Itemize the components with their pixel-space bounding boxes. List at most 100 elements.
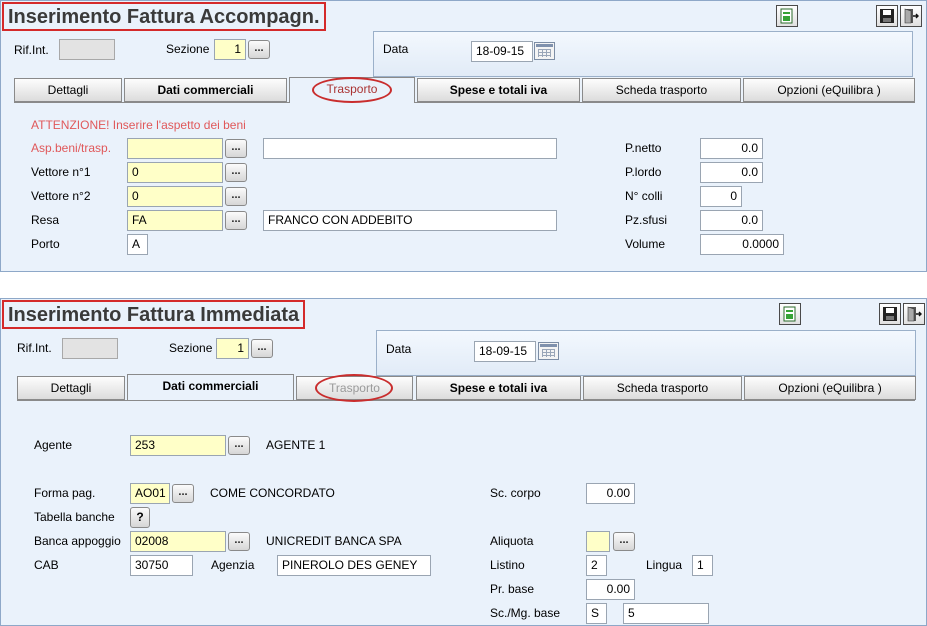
- resa-field[interactable]: FA: [127, 210, 223, 231]
- agente-label: Agente: [34, 438, 73, 452]
- vettore1-label: Vettore n°1: [31, 165, 91, 179]
- calendar-icon[interactable]: [534, 42, 555, 60]
- tab-dettagli[interactable]: Dettagli: [14, 78, 122, 102]
- tab-scheda-trasporto[interactable]: Scheda trasporto: [582, 78, 741, 102]
- agente-desc: AGENTE 1: [266, 438, 326, 452]
- calendar-icon[interactable]: [538, 342, 559, 360]
- banca-appoggio-label: Banca appoggio: [34, 534, 121, 548]
- asp-beni-desc-field[interactable]: [263, 138, 557, 159]
- sc-corpo-label: Sc. corpo: [490, 486, 541, 500]
- date-box: Data 18-09-15: [376, 330, 916, 376]
- date-field[interactable]: 18-09-15: [471, 41, 533, 62]
- pzsfusi-field[interactable]: 0.0: [700, 210, 763, 231]
- pnetto-field[interactable]: 0.0: [700, 138, 763, 159]
- warning-text: ATTENZIONE! Inserire l'aspetto dei beni: [31, 118, 246, 132]
- cab-field[interactable]: 30750: [130, 555, 193, 576]
- forma-pag-field[interactable]: AO01: [130, 483, 170, 504]
- forma-pag-lookup-button[interactable]: ...: [172, 484, 194, 503]
- forma-pag-desc: COME CONCORDATO: [210, 486, 335, 500]
- window-title: Inserimento Fattura Accompagn.: [2, 2, 326, 31]
- vettore2-lookup-button[interactable]: ...: [225, 187, 247, 206]
- bottom-window: Inserimento Fattura Immediata Rif.Int. S…: [0, 298, 927, 626]
- save-button[interactable]: [879, 303, 901, 325]
- porto-field[interactable]: A: [127, 234, 148, 255]
- vettore1-field[interactable]: 0: [127, 162, 223, 183]
- listino-label: Listino: [490, 558, 525, 572]
- new-document-button[interactable]: [779, 303, 801, 325]
- tab-scheda-trasporto[interactable]: Scheda trasporto: [583, 376, 742, 400]
- tab-baseline: [17, 400, 915, 401]
- tabella-banche-button[interactable]: ?: [130, 507, 150, 528]
- exit-button[interactable]: [903, 303, 925, 325]
- tab-opzioni[interactable]: Opzioni (eQuilibra ): [743, 78, 915, 102]
- asp-beni-field[interactable]: [127, 138, 223, 159]
- vettore2-label: Vettore n°2: [31, 189, 91, 203]
- forma-pag-label: Forma pag.: [34, 486, 96, 500]
- sezione-lookup-button[interactable]: ...: [251, 339, 273, 358]
- lingua-field[interactable]: 1: [692, 555, 713, 576]
- tabella-banche-label: Tabella banche: [34, 510, 115, 524]
- sezione-lookup-button[interactable]: ...: [248, 40, 270, 59]
- resa-lookup-button[interactable]: ...: [225, 211, 247, 230]
- aliquota-label: Aliquota: [490, 534, 534, 548]
- vettore2-field[interactable]: 0: [127, 186, 223, 207]
- listino-field[interactable]: 2: [586, 555, 607, 576]
- tab-spese-totali-iva[interactable]: Spese e totali iva: [416, 376, 581, 400]
- plordo-label: P.lordo: [625, 165, 662, 179]
- banca-appoggio-desc: UNICREDIT BANCA SPA: [266, 534, 402, 548]
- aliquota-lookup-button[interactable]: ...: [613, 532, 635, 551]
- window-title: Inserimento Fattura Immediata: [2, 300, 306, 329]
- rif-int-label: Rif.Int.: [14, 43, 49, 57]
- ncolli-field[interactable]: 0: [700, 186, 742, 207]
- resa-label: Resa: [31, 213, 60, 227]
- sezione-label: Sezione: [166, 42, 210, 56]
- tab-dettagli[interactable]: Dettagli: [17, 376, 125, 400]
- pzsfusi-label: Pz.sfusi: [625, 213, 668, 227]
- exit-button[interactable]: [900, 5, 922, 27]
- sezione-field[interactable]: 1: [214, 39, 246, 60]
- resa-desc-field[interactable]: FRANCO CON ADDEBITO: [263, 210, 557, 231]
- lingua-label: Lingua: [646, 558, 683, 572]
- porto-label: Porto: [31, 237, 60, 251]
- highlight-oval: [312, 77, 392, 103]
- tab-dati-commerciali[interactable]: Dati commerciali: [124, 78, 287, 102]
- volume-field[interactable]: 0.0000: [700, 234, 784, 255]
- pr-base-label: Pr. base: [490, 582, 535, 596]
- top-window: Inserimento Fattura Accompagn. Rif.Int. …: [0, 0, 927, 272]
- tab-opzioni[interactable]: Opzioni (eQuilibra ): [744, 376, 916, 400]
- agente-lookup-button[interactable]: ...: [228, 436, 250, 455]
- asp-beni-label: Asp.beni/trasp.: [31, 141, 112, 155]
- tab-baseline: [14, 102, 915, 103]
- rif-int-field[interactable]: [62, 338, 118, 359]
- tab-dati-commerciali[interactable]: Dati commerciali: [127, 374, 294, 400]
- highlight-oval: [315, 374, 393, 402]
- sc-corpo-field[interactable]: 0.00: [586, 483, 635, 504]
- date-box: Data 18-09-15: [373, 31, 913, 77]
- agenzia-field[interactable]: PINEROLO DES GENEY: [277, 555, 431, 576]
- pr-base-field[interactable]: 0.00: [586, 579, 635, 600]
- data-label: Data: [386, 342, 412, 356]
- plordo-field[interactable]: 0.0: [700, 162, 763, 183]
- ncolli-label: N° colli: [625, 189, 663, 203]
- cab-label: CAB: [34, 558, 59, 572]
- vettore1-lookup-button[interactable]: ...: [225, 163, 247, 182]
- tab-spese-totali-iva[interactable]: Spese e totali iva: [417, 78, 580, 102]
- rif-int-field[interactable]: [59, 39, 115, 60]
- banca-appoggio-field[interactable]: 02008: [130, 531, 226, 552]
- agente-field[interactable]: 253: [130, 435, 226, 456]
- sc-mg-base-label: Sc./Mg. base: [490, 606, 561, 620]
- sezione-label: Sezione: [169, 341, 213, 355]
- rif-int-label: Rif.Int.: [17, 341, 52, 355]
- date-field[interactable]: 18-09-15: [474, 341, 536, 362]
- sc-mg-base-type-field[interactable]: S: [586, 603, 607, 624]
- sezione-field[interactable]: 1: [216, 338, 249, 359]
- sc-mg-base-value-field[interactable]: 5: [623, 603, 709, 624]
- banca-appoggio-lookup-button[interactable]: ...: [228, 532, 250, 551]
- save-button[interactable]: [876, 5, 898, 27]
- data-label: Data: [383, 42, 409, 56]
- pnetto-label: P.netto: [625, 141, 662, 155]
- new-document-button[interactable]: [776, 5, 798, 27]
- aliquota-field[interactable]: [586, 531, 610, 552]
- agenzia-label: Agenzia: [211, 558, 255, 572]
- asp-beni-lookup-button[interactable]: ...: [225, 139, 247, 158]
